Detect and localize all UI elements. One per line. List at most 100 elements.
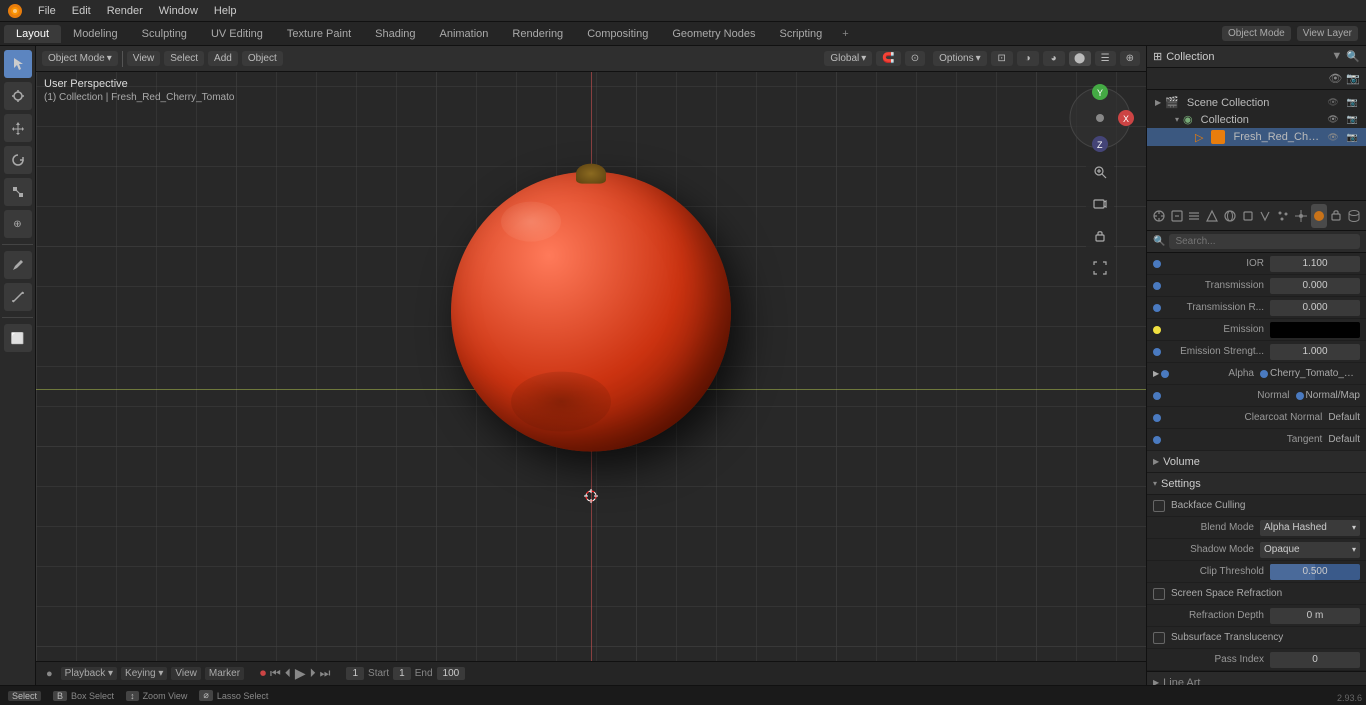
global-transform-dropdown[interactable]: Global ▾ [824, 51, 872, 66]
menu-file[interactable]: File [30, 3, 64, 19]
next-frame-button[interactable]: ⏵ [310, 666, 316, 681]
viewport-shading-rendered[interactable]: ⬤ [1069, 51, 1091, 66]
end-frame-display[interactable]: 100 [437, 667, 466, 680]
transform-tool-button[interactable]: ⊕ [4, 210, 32, 238]
props-tab-constraints[interactable] [1329, 204, 1345, 228]
tab-texture-paint[interactable]: Texture Paint [275, 25, 363, 43]
props-tab-view-layer[interactable] [1187, 204, 1203, 228]
scene-collection-render[interactable]: 📷 [1347, 97, 1358, 108]
tree-item-scene-collection[interactable]: ▶ 🎬 Scene Collection 👁 📷 [1147, 94, 1366, 111]
select-menu-button[interactable]: Select [164, 51, 204, 66]
viewport-shading-wireframe[interactable]: ⊡ [991, 51, 1013, 66]
tab-compositing[interactable]: Compositing [575, 25, 660, 43]
props-tab-world[interactable] [1222, 204, 1238, 228]
object-mode-dropdown[interactable]: Object Mode ▾ [42, 51, 118, 66]
tab-scripting[interactable]: Scripting [767, 25, 834, 43]
view-menu-button[interactable]: View [127, 51, 161, 66]
clip-threshold-slider[interactable]: 0.500 [1270, 564, 1360, 580]
navigation-gizmo[interactable]: X Y Z [1064, 82, 1136, 154]
keying-dropdown[interactable]: Keying ▾ [121, 667, 167, 680]
outliner-visibility-icon[interactable]: 👁 [1328, 72, 1342, 85]
tab-uv-editing[interactable]: UV Editing [199, 25, 275, 43]
ior-value[interactable]: 1.100 [1270, 256, 1360, 272]
transmission-value[interactable]: 0.000 [1270, 278, 1360, 294]
view-dropdown[interactable]: View [171, 667, 201, 680]
snap-button[interactable]: 🧲 [876, 51, 900, 66]
jump-start-button[interactable]: ⏮ [270, 666, 281, 681]
props-tab-output[interactable] [1169, 204, 1185, 228]
camera-view-button[interactable] [1086, 190, 1114, 218]
start-frame-display[interactable]: 1 [393, 667, 411, 680]
emission-strength-value[interactable]: 1.000 [1270, 344, 1360, 360]
status-select[interactable]: Select [8, 691, 41, 701]
refraction-depth-value[interactable]: 0 m [1270, 608, 1360, 624]
tree-item-tomato[interactable]: ▷ Fresh_Red_Cherry_Toma 👁 📷 [1147, 128, 1366, 146]
lock-view-button[interactable] [1086, 222, 1114, 250]
move-tool-button[interactable] [4, 114, 32, 142]
marker-dropdown[interactable]: Marker [205, 667, 244, 680]
object-render[interactable]: 📷 [1347, 132, 1358, 143]
blend-mode-dropdown[interactable]: Alpha Hashed ▾ [1260, 520, 1360, 536]
options-button[interactable]: Options ▾ [933, 51, 987, 66]
props-tab-data[interactable] [1346, 204, 1362, 228]
scale-tool-button[interactable] [4, 178, 32, 206]
object-visibility[interactable]: 👁 [1327, 132, 1338, 143]
tangent-value[interactable]: Default [1328, 434, 1360, 445]
tree-item-collection[interactable]: ▾ ◉ Collection 👁 📷 [1147, 111, 1366, 128]
viewport-overlay-button[interactable]: ☰ [1095, 51, 1116, 66]
status-box-select[interactable]: B Box Select [53, 691, 114, 701]
viewport-shading-material[interactable]: ◕ [1043, 51, 1065, 66]
cursor-tool-button[interactable] [4, 82, 32, 110]
menu-window[interactable]: Window [151, 3, 206, 19]
emission-color-swatch[interactable] [1270, 322, 1360, 338]
props-tab-modifier[interactable] [1258, 204, 1274, 228]
menu-edit[interactable]: Edit [64, 3, 99, 19]
clearcoat-normal-value[interactable]: Default [1328, 412, 1360, 423]
status-lasso[interactable]: ⌀ Lasso Select [199, 690, 268, 701]
status-zoom[interactable]: ↕ Zoom View [126, 691, 187, 701]
tab-modeling[interactable]: Modeling [61, 25, 130, 43]
playback-button[interactable]: ● [42, 668, 57, 680]
alpha-expand-icon[interactable]: ▶ [1153, 369, 1159, 378]
rotate-tool-button[interactable] [4, 146, 32, 174]
frame-all-button[interactable] [1086, 254, 1114, 282]
record-button[interactable]: ⏺ [260, 666, 266, 681]
outliner-search-button[interactable]: 🔍 [1346, 50, 1360, 63]
properties-search-input[interactable] [1169, 234, 1360, 249]
collection-visibility[interactable]: 👁 [1327, 114, 1338, 125]
tomato-object[interactable] [451, 194, 731, 474]
backface-culling-checkbox[interactable] [1153, 500, 1165, 512]
jump-end-button[interactable]: ⏭ [320, 666, 331, 681]
add-workspace-button[interactable]: + [834, 25, 856, 43]
props-tab-particles[interactable] [1275, 204, 1291, 228]
subsurface-translucency-checkbox[interactable] [1153, 632, 1165, 644]
transmission-r-value[interactable]: 0.000 [1270, 300, 1360, 316]
menu-help[interactable]: Help [206, 3, 245, 19]
tab-rendering[interactable]: Rendering [500, 25, 575, 43]
zoom-in-button[interactable] [1086, 158, 1114, 186]
playback-dropdown[interactable]: Playback ▾ [61, 667, 117, 680]
viewport-shading-solid[interactable]: ◑ [1017, 51, 1039, 66]
props-tab-material[interactable] [1311, 204, 1327, 228]
select-tool-button[interactable] [4, 50, 32, 78]
outliner-filter-button[interactable]: ▼ [1331, 50, 1342, 63]
viewport-scene[interactable] [36, 46, 1146, 661]
tab-shading[interactable]: Shading [363, 25, 427, 43]
annotate-tool-button[interactable] [4, 251, 32, 279]
props-tab-scene[interactable] [1204, 204, 1220, 228]
scene-collection-visibility[interactable]: 👁 [1327, 97, 1338, 108]
view-layer-label[interactable]: View Layer [1297, 26, 1358, 41]
alpha-value[interactable]: Cherry_Tomato_Ref... [1270, 368, 1360, 379]
props-tab-render[interactable] [1151, 204, 1167, 228]
tab-sculpting[interactable]: Sculpting [130, 25, 199, 43]
add-cube-button[interactable]: ⬜ [4, 324, 32, 352]
screen-space-refraction-checkbox[interactable] [1153, 588, 1165, 600]
pass-index-value[interactable]: 0 [1270, 652, 1360, 668]
prev-frame-button[interactable]: ⏴ [285, 666, 291, 681]
settings-section-header[interactable]: ▾ Settings [1147, 473, 1366, 495]
volume-section-header[interactable]: ▶ Volume [1147, 451, 1366, 473]
object-menu-button[interactable]: Object [242, 51, 283, 66]
viewport-gizmo-button[interactable]: ⊕ [1120, 51, 1140, 66]
viewport[interactable]: Object Mode ▾ View Select Add Object Glo… [36, 46, 1146, 705]
props-tab-physics[interactable] [1293, 204, 1309, 228]
